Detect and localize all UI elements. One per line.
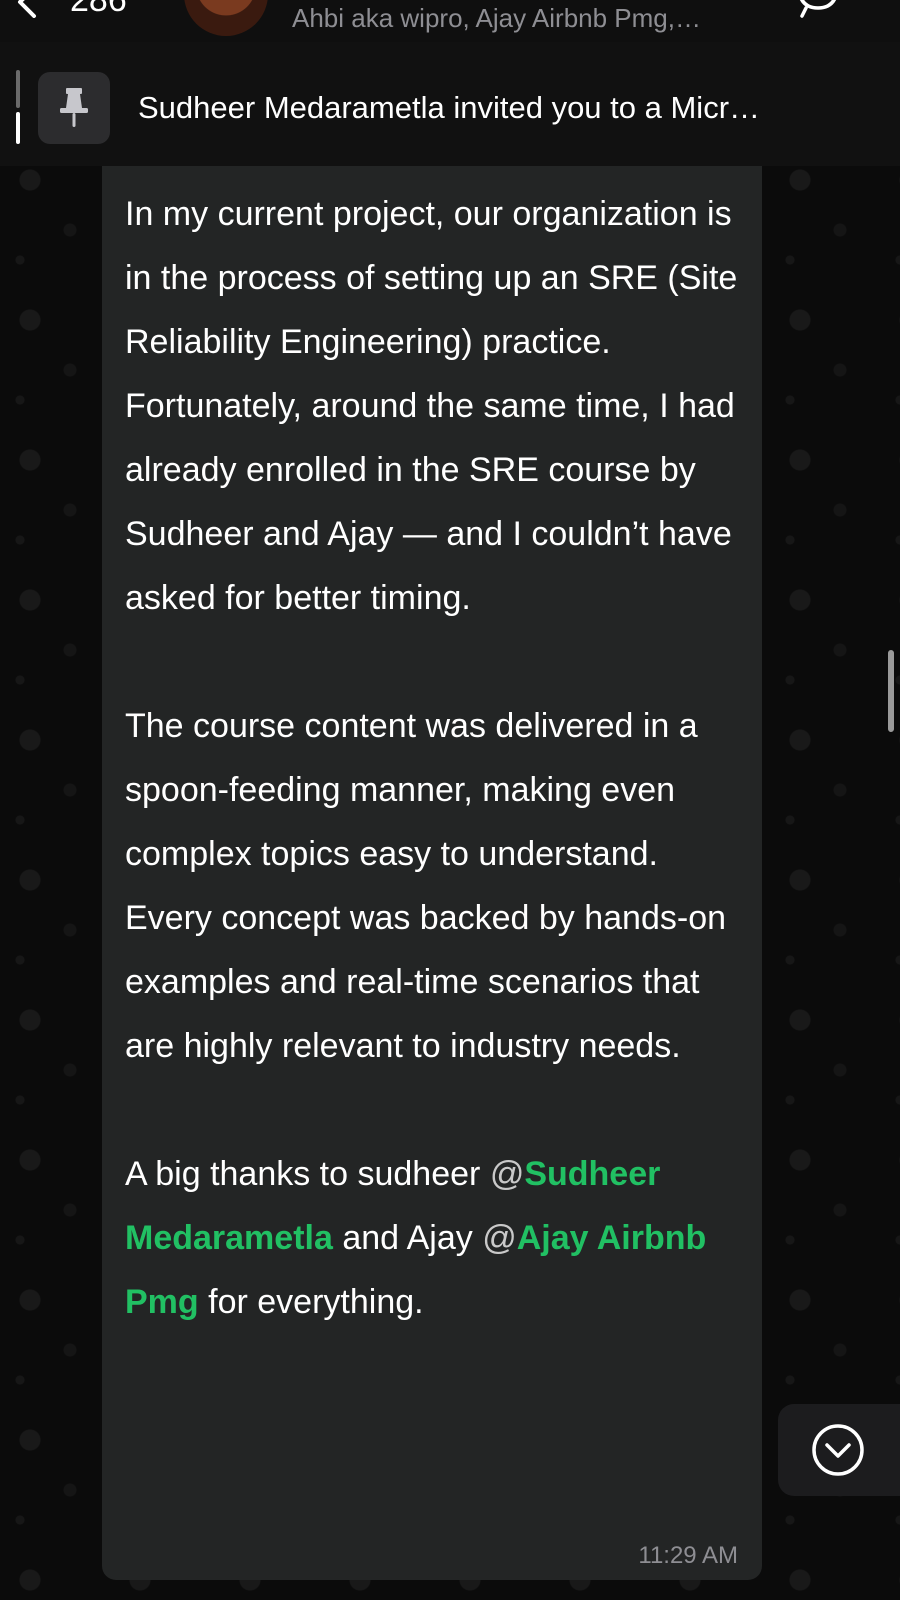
thanks-suffix: for everything. — [208, 1283, 424, 1321]
chat-screen: 286 Ahbi aka wipro, Ajay Airbnb Pmg,… Su… — [0, 0, 900, 1600]
message-paragraph-3: A big thanks to sudheer @Sudheer Medaram… — [125, 1142, 745, 1334]
chat-header: 286 Ahbi aka wipro, Ajay Airbnb Pmg,… — [0, 0, 900, 42]
message-paragraph-2: The course content was delivered in a sp… — [125, 707, 727, 1065]
message-paragraph-1: In my current project, our organization … — [125, 195, 738, 617]
pin-icon-box[interactable] — [38, 72, 110, 144]
participants-list[interactable]: Ahbi aka wipro, Ajay Airbnb Pmg,… — [292, 0, 701, 36]
group-avatar[interactable] — [184, 0, 268, 36]
message-bubble[interactable]: In my current project, our organization … — [102, 166, 762, 1580]
chevron-left-icon[interactable] — [8, 0, 44, 18]
back-unread-count[interactable]: 286 — [70, 0, 127, 18]
chevron-down-circle-icon — [812, 1424, 864, 1476]
chat-bubble-icon[interactable] — [792, 0, 844, 18]
at-symbol: @ — [482, 1219, 517, 1257]
pin-indicator-inactive — [16, 70, 20, 108]
pin-icon — [60, 88, 88, 127]
message-timestamp: 11:29 AM — [638, 1542, 738, 1569]
at-symbol: @ — [489, 1155, 525, 1193]
message-body: In my current project, our organization … — [125, 182, 745, 1334]
pin-indicator-active — [16, 112, 20, 144]
thanks-prefix: A big thanks to sudheer — [125, 1155, 481, 1193]
pinned-message-text[interactable]: Sudheer Medarametla invited you to a Mic… — [138, 88, 858, 128]
scrollbar-thumb[interactable] — [888, 650, 894, 732]
scroll-to-bottom-button[interactable] — [778, 1404, 900, 1496]
thanks-middle: and Ajay — [342, 1219, 473, 1257]
